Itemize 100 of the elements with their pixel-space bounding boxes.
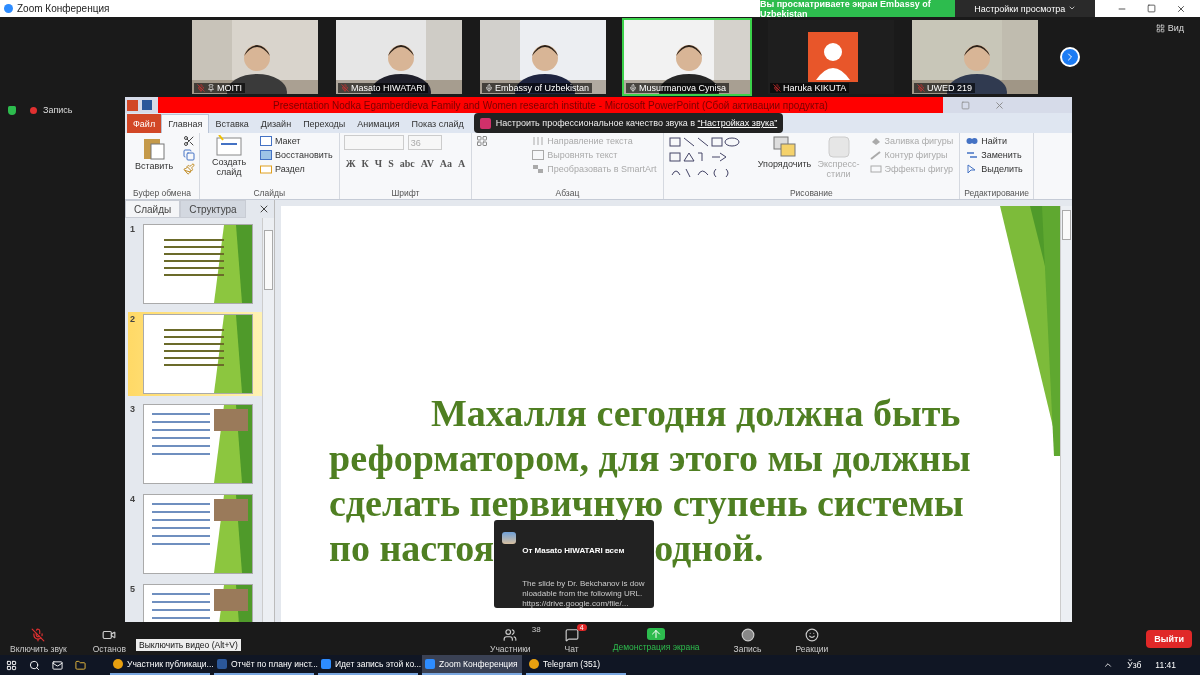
leave-button[interactable]: Выйти	[1146, 629, 1192, 648]
video-tile[interactable]: Musurmanova Cynisa	[622, 18, 752, 96]
tray-expand-icon[interactable]	[1103, 660, 1114, 670]
slide-number: 5	[130, 584, 136, 596]
mail-icon[interactable]	[52, 659, 63, 671]
video-tile[interactable]: UWED 219	[910, 18, 1040, 96]
window-title: Presentation Nodka Egamberdieva Family and Women research institute - Microsoft PowerPoint (Сбой активации продукта)	[158, 97, 943, 113]
ribbon-button[interactable]: Восстановить	[258, 149, 335, 161]
format-button[interactable]: Ж	[343, 158, 358, 169]
reactions-icon	[804, 627, 819, 642]
slide-thumbnail-row[interactable]: 5	[128, 582, 262, 622]
toolbar-button[interactable]: 38 Участники	[480, 623, 541, 654]
share-screen-icon	[647, 627, 666, 640]
slide-text-line: по настоя	[329, 526, 495, 571]
font-name-field[interactable]	[343, 135, 404, 150]
format-button[interactable]: S	[386, 158, 396, 169]
record-icon	[740, 627, 755, 642]
language-indicator[interactable]: Ўзб	[1127, 660, 1142, 670]
unmute-button[interactable]: Включить звук	[0, 623, 77, 654]
scrollbar[interactable]	[1060, 206, 1072, 622]
slide-thumbnail[interactable]	[143, 314, 253, 394]
cut-icon[interactable]	[183, 135, 195, 147]
ribbon-tab[interactable]: Показ слайд	[405, 114, 470, 133]
ribbon-tab[interactable]: Дизайн	[254, 114, 298, 133]
arrange-icon	[771, 135, 798, 159]
start-icon[interactable]	[6, 659, 17, 671]
group-label: Редактирование	[964, 187, 1029, 199]
ribbon-button[interactable]: Вставить	[129, 135, 179, 187]
slide-thumbnail[interactable]	[143, 224, 253, 304]
video-tile[interactable]: Embassy of Uzbekistan	[478, 18, 608, 96]
slide-number: 4	[130, 494, 136, 506]
ribbon-button[interactable]: Раздел	[258, 163, 335, 175]
effects-icon	[869, 164, 882, 174]
slide-thumbnail[interactable]	[143, 494, 253, 574]
group-label: Шрифт	[390, 187, 421, 199]
toolbar-button[interactable]: Демонстрация экрана	[602, 623, 710, 654]
app-icon	[425, 659, 435, 669]
video-tile[interactable]: Masato HIWATARI	[334, 18, 464, 96]
brush-icon[interactable]	[183, 163, 195, 175]
maximize-icon[interactable]	[1147, 3, 1156, 13]
chat-sender: От Masato HIWATARI всем	[522, 545, 626, 557]
pane-tab[interactable]: Слайды	[125, 200, 181, 218]
format-button[interactable]: Ч	[372, 158, 385, 169]
group-label: Слайды	[252, 187, 287, 199]
close-icon[interactable]	[258, 203, 270, 215]
sender-avatar-icon	[502, 532, 517, 544]
ribbon-button[interactable]: Упорядочить	[759, 135, 810, 187]
powerpoint-logo-icon	[127, 99, 138, 111]
format-button[interactable]: К	[359, 158, 371, 169]
next-page-button[interactable]	[1060, 47, 1080, 67]
shield-icon	[8, 105, 16, 115]
slide-thumbnail-row[interactable]: 2	[128, 312, 262, 396]
participant-name: Masato HIWATARI	[351, 83, 426, 93]
ribbon-tab[interactable]: Файл	[127, 114, 162, 133]
slide-thumbnail-row[interactable]: 4	[128, 492, 262, 576]
format-button[interactable]: AV	[418, 158, 436, 169]
search-icon[interactable]	[29, 659, 40, 671]
microphone-muted-icon	[31, 627, 46, 642]
ribbon-button[interactable]: Найти	[964, 135, 1025, 147]
slide-thumbnail-row[interactable]: 1	[128, 222, 262, 306]
slide-text-line: Махалля сегодня должна быть	[430, 391, 962, 436]
video-tile[interactable]: MOITI	[190, 18, 320, 96]
slide-number: 3	[130, 404, 136, 416]
view-settings-button[interactable]: Настройки просмотра	[955, 0, 1095, 17]
zoom-logo-icon	[4, 4, 13, 13]
ribbon-button[interactable]: Создать слайд	[204, 135, 254, 187]
view-button[interactable]: Вид	[1149, 22, 1190, 34]
ribbon-tab[interactable]: Анимация	[351, 114, 406, 133]
ribbon-tab[interactable]: Вставка	[209, 114, 255, 133]
find-icon	[966, 136, 979, 146]
participant-name: Musurmanova Cynisa	[639, 83, 727, 93]
toolbar-button[interactable]: Запись	[723, 623, 772, 654]
participant-name: Haruka KIKUTA	[783, 83, 847, 93]
taskbar-app[interactable]: Zoom Конференция	[422, 655, 522, 675]
group-label: Буфер обмена	[132, 187, 192, 199]
app-title: Zoom Конференция	[17, 3, 110, 14]
list-icon[interactable]	[476, 135, 489, 147]
chat-notification[interactable]: От Masato HIWATARI всем The slide by Dr. Bekchanov is downloadable from the following URL.https://drive.google.com/file/...	[494, 520, 655, 608]
ribbon-button[interactable]: Выделить	[964, 163, 1025, 175]
ribbon-tab[interactable]: Переходы	[297, 114, 352, 133]
slide-thumbnail[interactable]	[143, 404, 253, 484]
format-button[interactable]: A	[456, 158, 468, 169]
ribbon-tab[interactable]: Главная	[161, 114, 210, 133]
taskbar-app[interactable]: Telegram (351)	[526, 655, 626, 675]
sound-settings-link[interactable]: “Настройках звука”	[697, 118, 778, 128]
video-button[interactable]: Останов	[82, 623, 136, 654]
slide-text-line: реформатором, для этого мы должны	[329, 436, 972, 481]
pane-tab[interactable]: Структура	[180, 200, 246, 218]
scrollbar[interactable]	[262, 218, 274, 622]
ribbon-button[interactable]: Макет	[258, 135, 335, 147]
recording-label: Запись	[43, 105, 73, 115]
close-icon[interactable]	[1176, 3, 1186, 14]
format-button[interactable]: Aa	[437, 158, 455, 169]
slide-thumbnail-row[interactable]: 3	[128, 402, 262, 486]
video-tile[interactable]: Haruka KIKUTA	[766, 18, 896, 96]
format-button[interactable]: abc	[397, 158, 417, 169]
ribbon-button[interactable]: Заменить	[964, 149, 1025, 161]
toolbar-button[interactable]: Реакции	[785, 623, 839, 654]
folder-icon[interactable]	[75, 659, 86, 671]
clock[interactable]: 11:41	[1155, 660, 1176, 670]
